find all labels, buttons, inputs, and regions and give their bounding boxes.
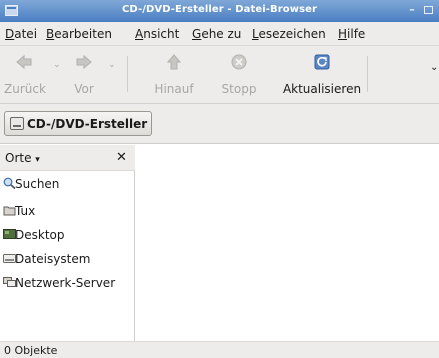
side-pane-selector[interactable]: Orte ▾	[5, 151, 40, 165]
location-path-button[interactable]: CD-/DVD-Ersteller	[4, 111, 152, 136]
sidebar-item-netzwerk-server[interactable]: Netzwerk-Server	[0, 272, 134, 296]
forward-button[interactable]: Vor	[64, 46, 104, 102]
sidebar-item-suchen[interactable]: Suchen	[0, 173, 134, 197]
menu-lesezeichen[interactable]: Lesezeichen	[252, 27, 326, 41]
arrow-left-icon	[16, 54, 32, 70]
window-title: CD-/DVD-Ersteller - Datei-Browser	[121, 4, 318, 15]
side-pane: Orte ▾ ✕ Suchen Tux Desktop Dateisystem	[0, 145, 135, 341]
toolbar-separator	[367, 56, 368, 92]
close-icon[interactable]: ✕	[116, 150, 127, 165]
toolbar: Zurück ⌄ Vor ⌄ Hinauf Stopp Aktualisiere…	[0, 46, 439, 104]
cd-burner-icon	[10, 117, 24, 130]
menu-hilfe[interactable]: Hilfe	[338, 27, 365, 41]
stop-button[interactable]: Stopp	[214, 46, 264, 102]
back-history-chevron-icon[interactable]: ⌄	[53, 60, 61, 70]
back-button[interactable]: Zurück	[4, 46, 46, 102]
sidebar-item-desktop[interactable]: Desktop	[0, 224, 134, 248]
up-button[interactable]: Hinauf	[148, 46, 200, 102]
toolbar-separator	[127, 56, 128, 92]
arrow-up-icon	[166, 54, 182, 70]
title-bar[interactable]: CD-/DVD-Ersteller - Datei-Browser –	[0, 0, 439, 22]
maximize-button[interactable]	[421, 3, 435, 17]
file-view[interactable]	[136, 145, 439, 341]
status-bar: 0 Objekte	[0, 341, 439, 358]
minimize-button[interactable]: –	[405, 3, 419, 17]
stop-icon	[231, 54, 247, 70]
side-pane-header: Orte ▾ ✕	[0, 145, 135, 171]
chevron-down-icon: ▾	[35, 155, 40, 165]
arrow-right-icon	[76, 54, 92, 70]
menu-bearbeiten[interactable]: Bearbeiten	[46, 27, 112, 41]
menu-ansicht[interactable]: Ansicht	[135, 27, 179, 41]
sidebar-item-dateisystem[interactable]: Dateisystem	[0, 248, 134, 272]
menu-gehe-zu[interactable]: Gehe zu	[192, 27, 241, 41]
toolbar-overflow-chevron-icon[interactable]: ⌄	[430, 62, 438, 73]
reload-icon	[314, 54, 330, 70]
status-text: 0 Objekte	[4, 344, 58, 357]
sidebar-item-tux[interactable]: Tux	[0, 200, 134, 224]
location-bar: CD-/DVD-Ersteller	[0, 104, 439, 144]
forward-history-chevron-icon[interactable]: ⌄	[108, 60, 116, 70]
menu-datei[interactable]: Datei	[5, 27, 37, 41]
menu-bar: Datei Bearbeiten Ansicht Gehe zu Lesezei…	[0, 22, 439, 46]
reload-button[interactable]: Aktualisieren	[276, 46, 368, 102]
